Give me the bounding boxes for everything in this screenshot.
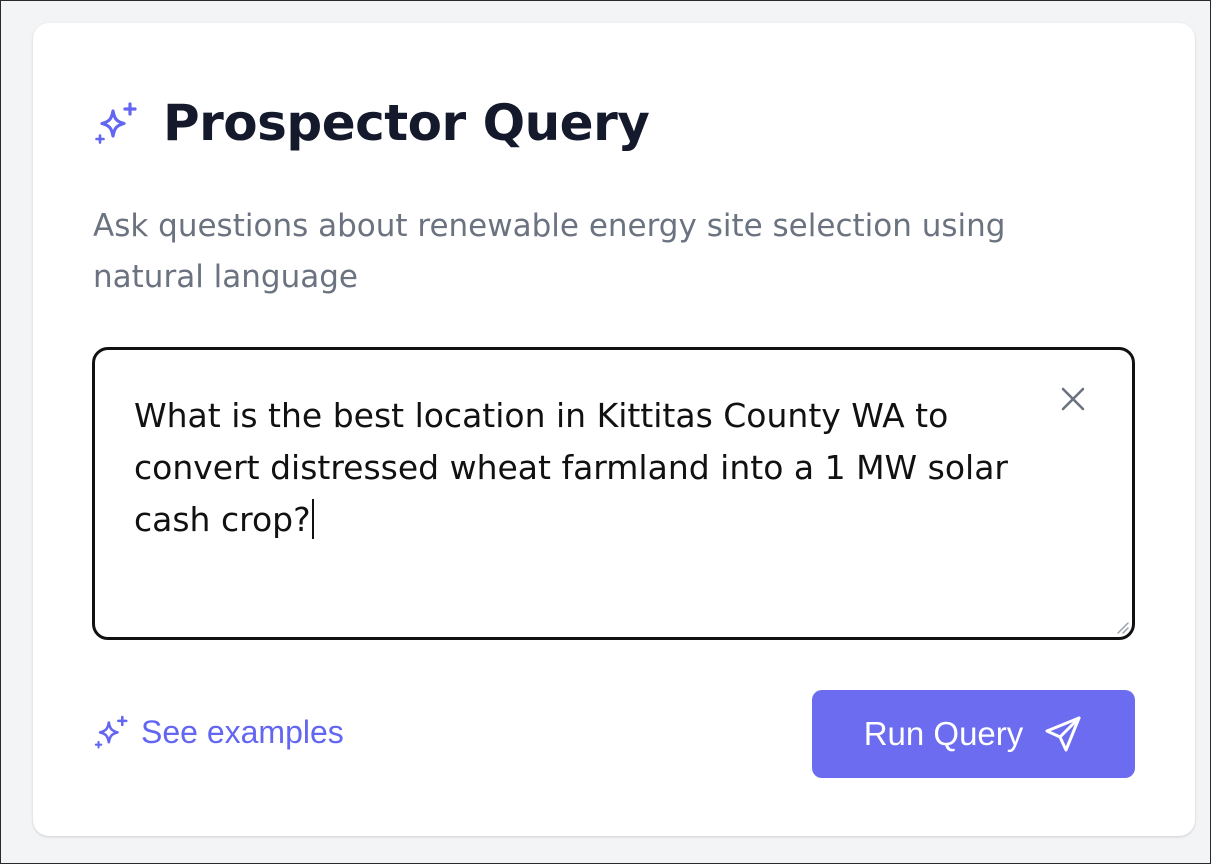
resize-handle-icon[interactable] xyxy=(1114,619,1130,635)
close-icon[interactable] xyxy=(1058,384,1088,414)
text-caret xyxy=(311,499,314,539)
see-examples-link[interactable]: See examples xyxy=(93,713,344,751)
page-title: Prospector Query xyxy=(163,94,650,152)
run-query-button[interactable]: Run Query xyxy=(812,690,1135,778)
sparkles-icon xyxy=(95,102,137,144)
send-icon xyxy=(1045,716,1081,752)
card-header: Prospector Query xyxy=(93,93,650,153)
see-examples-label: See examples xyxy=(141,713,344,750)
page-subtitle: Ask questions about renewable energy sit… xyxy=(93,208,1006,295)
query-card: Prospector Query Ask questions about ren… xyxy=(33,23,1195,836)
query-text: What is the best location in Kittitas Co… xyxy=(134,396,1009,539)
query-textarea[interactable]: What is the best location in Kittitas Co… xyxy=(92,347,1135,640)
sparkles-icon xyxy=(94,715,128,749)
query-text-container: What is the best location in Kittitas Co… xyxy=(134,390,1064,546)
run-query-label: Run Query xyxy=(863,715,1024,752)
